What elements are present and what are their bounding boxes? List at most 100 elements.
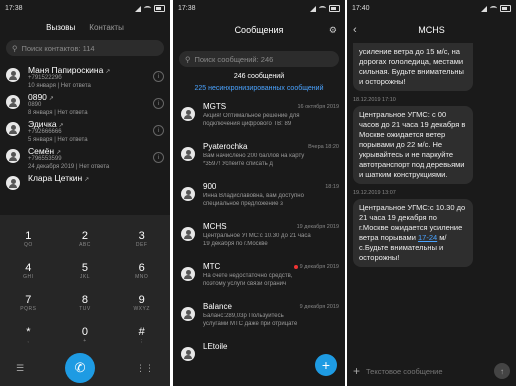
avatar: [181, 307, 195, 321]
wifi-icon: [319, 6, 326, 11]
key-digit: *: [26, 326, 31, 338]
send-button[interactable]: ↑: [494, 363, 510, 379]
call-button[interactable]: ✆: [65, 353, 96, 383]
key-letters: MNO: [135, 274, 149, 280]
search-icon: ⚲: [12, 43, 18, 53]
key-letters: PQRS: [20, 306, 37, 312]
info-icon[interactable]: i: [153, 98, 164, 109]
avatar: [6, 95, 20, 109]
contact-row[interactable]: Маня Папироскина ↗ +79152229б 10 января |…: [0, 62, 170, 89]
battery-icon: [154, 5, 165, 12]
message-link[interactable]: 17-24: [418, 233, 437, 242]
messages-header: Сообщения ⚙: [173, 17, 345, 43]
key-letters: ,: [27, 338, 30, 344]
thread-row[interactable]: Pyaterochka Вчера 18:20 Вам начислено 200…: [173, 138, 345, 178]
key-9[interactable]: 9 WXYZ: [113, 287, 170, 319]
key-star[interactable]: *,: [0, 319, 57, 351]
message-timestamp: 18.12.2019 17:10: [353, 97, 396, 103]
outgoing-arrow-icon: ↗: [105, 69, 111, 75]
key-digit: 5: [81, 262, 89, 274]
thread-row[interactable]: MCHS 19 декабря 2019 Центральное УГМС:с 1…: [173, 218, 345, 258]
dialpad-toggle-icon[interactable]: ⋮⋮: [136, 363, 154, 374]
status-time: 17:38: [178, 5, 196, 12]
chat-title: MCHS: [418, 25, 445, 35]
thread-preview: Инна Владиславовна, вам доступно: [203, 193, 304, 199]
thread-date: 19 декабря 2019: [296, 223, 339, 230]
unsynced-link[interactable]: 225 несинхронизированных сообщений: [173, 85, 345, 92]
key-digit: 3: [138, 230, 145, 242]
plus-icon: +: [321, 357, 331, 373]
key-4[interactable]: 4 GHI: [0, 255, 57, 287]
search-placeholder: Поиск контактов: 114: [21, 43, 95, 53]
thread-row[interactable]: Balance 9 декабря 2019 Баланс:289,03р Пол…: [173, 298, 345, 338]
contact-row[interactable]: Эдичка ↗ +792666666 5 января | Нет ответа…: [0, 116, 170, 143]
search-placeholder: Поиск сообщений: 246: [194, 54, 274, 64]
key-letters: QO: [23, 242, 33, 248]
key-6[interactable]: 6 MNO: [113, 255, 170, 287]
contact-number: 0890: [28, 102, 42, 108]
key-digit: 2: [81, 230, 89, 242]
conversation: усиление ветра до 15 м/с, на дорогах гол…: [347, 43, 516, 267]
tab-calls[interactable]: Вызовы: [46, 23, 75, 32]
key-8[interactable]: 8 TUV: [57, 287, 114, 319]
contact-number: +792666666: [28, 129, 62, 135]
search-icon: ⚲: [185, 54, 191, 64]
key-5[interactable]: 5 JKL: [57, 255, 114, 287]
thread-sender: Pyaterochka: [203, 142, 248, 151]
attach-plus-icon[interactable]: +: [353, 364, 360, 378]
back-arrow-icon[interactable]: ‹: [353, 24, 357, 36]
dialpad: 1 QO 2 ABC 3 DEF 4 GHI 5 JKL 6 MNO 7 PQRS 8 TUV …: [0, 215, 170, 386]
message-count: 246 сообщений: [233, 73, 285, 80]
wifi-icon: [490, 6, 497, 11]
avatar: [181, 267, 195, 281]
key-0[interactable]: 0 +: [57, 319, 114, 351]
thread-sender: LEtoile: [203, 342, 228, 351]
contact-row[interactable]: Семён ↗ +796553599 24 декабря 2019 | Нет …: [0, 143, 170, 170]
key-digit: 6: [138, 262, 145, 274]
key-digit: 8: [81, 294, 89, 306]
contact-name: Эдичка: [28, 119, 57, 129]
thread-row[interactable]: 900 18:19 Инна Владиславовна, вам доступн…: [173, 178, 345, 218]
menu-icon[interactable]: ☰: [16, 363, 24, 374]
key-letters: JKL: [79, 274, 91, 280]
search-input[interactable]: ⚲ Поиск сообщений: 246: [179, 51, 339, 67]
key-hash[interactable]: #;: [113, 319, 170, 351]
message-timestamp: 19.12.2019 13:07: [353, 190, 396, 196]
gear-icon[interactable]: ⚙: [329, 25, 337, 36]
status-bar: 17:38: [173, 0, 345, 17]
dialpad-keys: 1 QO 2 ABC 3 DEF 4 GHI 5 JKL 6 MNO 7 PQRS 8 TUV …: [0, 215, 170, 351]
thread-sender: MGTS: [203, 102, 227, 111]
status-bar: 17:38: [0, 0, 170, 17]
key-2[interactable]: 2 ABC: [57, 223, 114, 255]
thread-row[interactable]: MGTS 16 октября 2019 Акция! Оптимальное р…: [173, 98, 345, 138]
info-icon[interactable]: i: [153, 71, 164, 82]
contact-number: +79152229б: [28, 75, 62, 81]
contact-status: 24 декабря 2019 | Нет ответа: [28, 163, 110, 170]
info-icon[interactable]: i: [153, 152, 164, 163]
thread-row[interactable]: MTC 9 декабря 2019 На счете недостаточно …: [173, 258, 345, 298]
thread-preview: услугами МТС даже при отрицате: [203, 320, 298, 327]
signal-icon: [135, 5, 141, 12]
contact-row[interactable]: Клара Цеткин ↗: [0, 170, 170, 197]
contact-number: +796553599: [28, 156, 62, 162]
contact-row[interactable]: 0890 ↗ 0890 8 января | Нет ответа i: [0, 89, 170, 116]
status-icons: [135, 5, 165, 12]
key-1[interactable]: 1 QO: [0, 223, 57, 255]
new-message-button[interactable]: +: [315, 354, 337, 376]
message-bubble: усиление ветра до 15 м/с, на дорогах гол…: [353, 43, 473, 91]
key-7[interactable]: 7 PQRS: [0, 287, 57, 319]
info-icon[interactable]: i: [153, 125, 164, 136]
key-letters: DEF: [135, 242, 148, 248]
message-text: Центральное УГМС:с 10.30 до 21 часа 19 д…: [359, 203, 466, 242]
chat-screen: 17:40 ‹ MCHS усиление ветра до 15 м/с, н…: [347, 0, 516, 386]
avatar: [6, 122, 20, 136]
avatar: [6, 149, 20, 163]
tab-contacts[interactable]: Контакты: [89, 23, 124, 32]
message-input[interactable]: Текстовое сообщение: [366, 367, 488, 376]
contact-status: 10 января | Нет ответа: [28, 82, 91, 89]
messages-screen: 17:38 Сообщения ⚙ ⚲ Поиск сообщений: 246…: [173, 0, 345, 386]
search-input[interactable]: ⚲ Поиск контактов: 114: [6, 40, 164, 56]
key-3[interactable]: 3 DEF: [113, 223, 170, 255]
avatar: [181, 347, 195, 361]
thread-sender: MCHS: [203, 222, 227, 231]
